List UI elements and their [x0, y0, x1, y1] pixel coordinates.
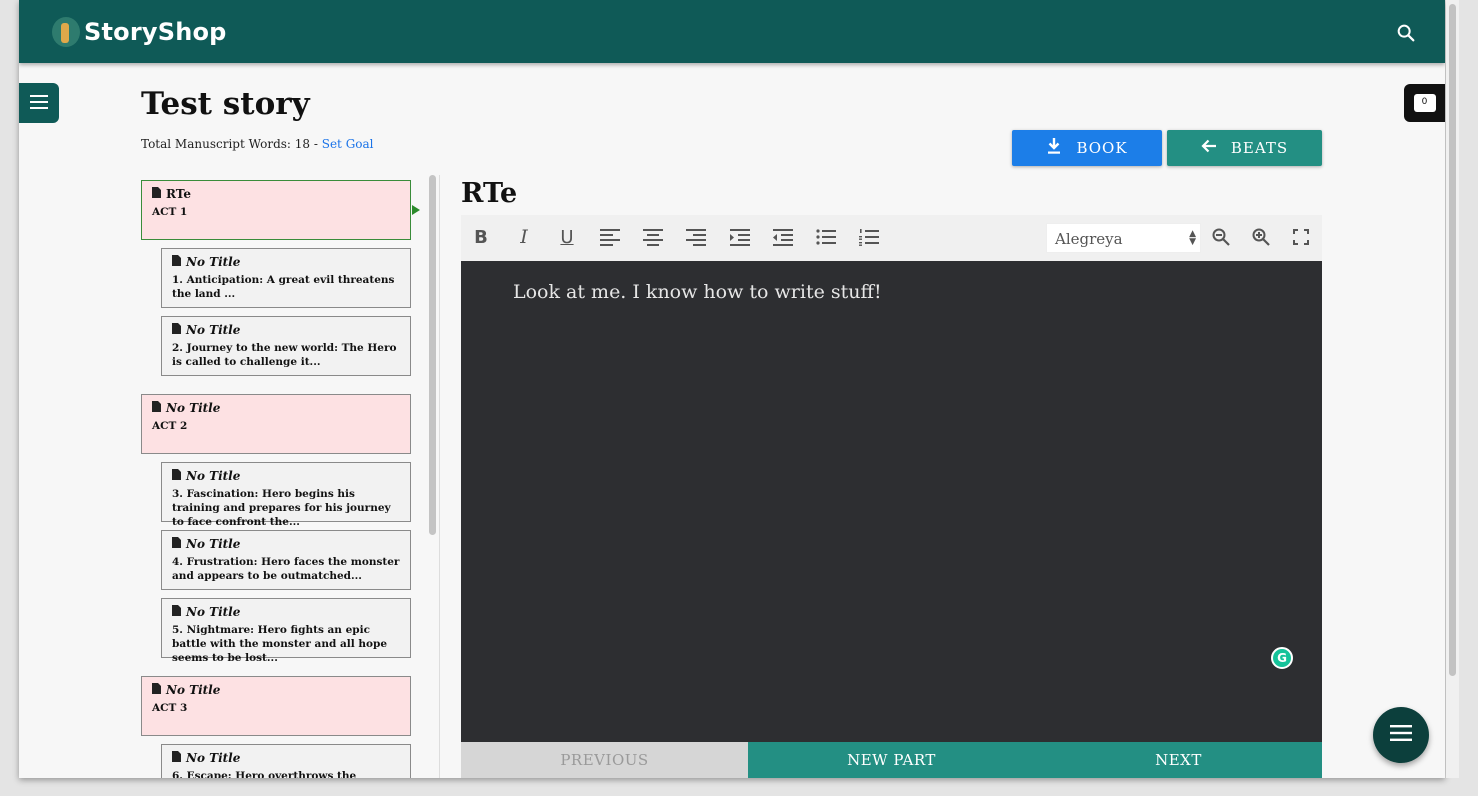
document-icon: [172, 323, 181, 337]
card-subtitle: 2. Journey to the new world: The Hero is…: [172, 342, 397, 368]
outline-sidebar: RTe ACT 1 No Title 1. Anticipation: A gr…: [141, 180, 413, 778]
italic-icon[interactable]: I: [512, 225, 536, 249]
align-center-icon[interactable]: [641, 225, 665, 249]
numbered-list-icon[interactable]: [857, 225, 881, 249]
part-navigation: PREVIOUS NEW PART NEXT: [461, 742, 1322, 778]
font-select-value: Alegreya: [1055, 230, 1123, 248]
card-subtitle: 4. Frustration: Hero faces the monster a…: [172, 556, 400, 582]
download-icon: [1046, 137, 1062, 159]
document-icon: [152, 683, 161, 697]
card-subtitle: ACT 1: [152, 206, 188, 218]
font-select[interactable]: Alegreya ▲ ▼: [1046, 223, 1201, 253]
indent-icon[interactable]: [728, 225, 752, 249]
comment-icon: 0: [1413, 94, 1436, 112]
document-icon: [172, 537, 181, 551]
zoom-out-icon[interactable]: [1209, 225, 1233, 249]
card-subtitle: 1. Anticipation: A great evil threatens …: [172, 274, 395, 300]
outline-beat-card[interactable]: No Title 4. Frustration: Hero faces the …: [161, 530, 411, 590]
card-title: No Title: [166, 683, 221, 697]
card-title: No Title: [186, 537, 241, 551]
card-header: No Title: [172, 469, 400, 483]
fab-menu-button[interactable]: [1373, 707, 1429, 763]
comments-count: 0: [1421, 97, 1428, 107]
document-icon: [172, 469, 181, 483]
comments-button[interactable]: 0: [1404, 84, 1445, 122]
outline-act-card[interactable]: No Title ACT 3: [141, 676, 411, 736]
new-part-button[interactable]: NEW PART: [748, 742, 1035, 778]
top-bar: StoryShop: [19, 0, 1445, 63]
outline-beat-card[interactable]: No Title 5. Nightmare: Hero fights an ep…: [161, 598, 411, 664]
sidebar-divider: [439, 175, 440, 778]
document-icon: [172, 255, 181, 269]
sidebar-toggle-button[interactable]: [19, 83, 59, 123]
card-title: No Title: [186, 323, 241, 337]
card-title: No Title: [186, 751, 241, 765]
outline-beat-card[interactable]: No Title 6. Escape: Hero overthrows the …: [161, 744, 411, 778]
card-header: No Title: [172, 751, 400, 765]
app-window: StoryShop Test story Total Manuscript Wo…: [19, 0, 1445, 778]
menu-icon: [30, 94, 48, 113]
outline-beat-card[interactable]: No Title 1. Anticipation: A great evil t…: [161, 248, 411, 308]
card-header: RTe: [152, 187, 400, 201]
wordcount-label: Total Manuscript Words: 18 -: [141, 137, 322, 151]
manuscript-wordcount: Total Manuscript Words: 18 - Set Goal: [141, 137, 374, 151]
beats-button-label: BEATS: [1230, 139, 1289, 157]
window-scrollbar[interactable]: [1446, 0, 1459, 778]
card-header: No Title: [172, 605, 400, 619]
outline-act-card[interactable]: RTe ACT 1: [141, 180, 411, 240]
menu-icon: [1390, 725, 1412, 745]
book-button-label: BOOK: [1076, 139, 1128, 157]
align-left-icon[interactable]: [598, 225, 622, 249]
grammarly-icon[interactable]: G: [1271, 647, 1293, 669]
card-header: No Title: [152, 401, 400, 415]
card-title: No Title: [186, 255, 241, 269]
card-title: No Title: [186, 469, 241, 483]
logo-text: StoryShop: [84, 18, 227, 46]
card-header: No Title: [152, 683, 400, 697]
editor-area[interactable]: Look at me. I know how to write stuff! G: [461, 261, 1322, 742]
align-right-icon[interactable]: [684, 225, 708, 249]
set-goal-link[interactable]: Set Goal: [322, 137, 374, 151]
zoom-in-icon[interactable]: [1249, 225, 1273, 249]
sidebar-scrollbar[interactable]: [429, 175, 436, 535]
selected-indicator-icon: [412, 205, 420, 215]
book-button[interactable]: BOOK: [1012, 130, 1162, 166]
arrow-left-icon: [1201, 138, 1217, 158]
outline-act-card[interactable]: No Title ACT 2: [141, 394, 411, 454]
search-icon[interactable]: [1395, 22, 1417, 44]
card-header: No Title: [172, 323, 400, 337]
card-subtitle: 5. Nightmare: Hero fights an epic battle…: [172, 624, 388, 664]
part-title: RTe: [461, 178, 518, 209]
document-icon: [172, 751, 181, 765]
logo-icon: [52, 17, 80, 47]
document-icon: [152, 187, 161, 201]
logo[interactable]: StoryShop: [52, 17, 227, 47]
card-title: No Title: [186, 605, 241, 619]
bullet-list-icon[interactable]: [814, 225, 838, 249]
card-header: No Title: [172, 537, 400, 551]
editor-content[interactable]: Look at me. I know how to write stuff!: [513, 281, 882, 303]
outline-beat-card[interactable]: No Title 2. Journey to the new world: Th…: [161, 316, 411, 376]
card-subtitle: ACT 3: [152, 702, 188, 714]
card-subtitle: 6. Escape: Hero overthrows the monster a…: [172, 770, 357, 778]
outdent-icon[interactable]: [771, 225, 795, 249]
editor-toolbar: B I U Alegreya ▲ ▼: [461, 215, 1322, 261]
card-subtitle: 3. Fascination: Hero begins his training…: [172, 488, 391, 528]
underline-icon[interactable]: U: [555, 225, 579, 249]
fullscreen-icon[interactable]: [1289, 225, 1313, 249]
select-arrows-icon: ▲ ▼: [1189, 229, 1196, 247]
window-scrollbar-thumb[interactable]: [1449, 4, 1456, 676]
card-subtitle: ACT 2: [152, 420, 188, 432]
beats-button[interactable]: BEATS: [1167, 130, 1322, 166]
next-button[interactable]: NEXT: [1035, 742, 1322, 778]
outline-beat-card[interactable]: No Title 3. Fascination: Hero begins his…: [161, 462, 411, 528]
bold-icon[interactable]: B: [469, 225, 493, 249]
card-title: RTe: [166, 187, 191, 201]
story-title: Test story: [141, 86, 310, 122]
card-title: No Title: [166, 401, 221, 415]
previous-button[interactable]: PREVIOUS: [461, 742, 748, 778]
card-header: No Title: [172, 255, 400, 269]
document-icon: [152, 401, 161, 415]
document-icon: [172, 605, 181, 619]
